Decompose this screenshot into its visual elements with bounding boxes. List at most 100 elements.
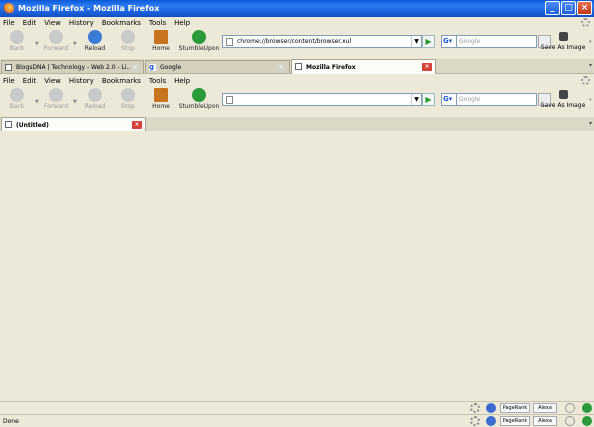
tab-list-icon[interactable]: ▾: [589, 120, 592, 127]
alexa-widget[interactable]: Alexa: [533, 416, 557, 426]
inner-navigation-toolbar: Back ▼ Forward ▼ Reload Stop Home Stumbl…: [0, 87, 594, 117]
status-bar: Done PageRank Alexa: [0, 414, 594, 427]
gear-icon[interactable]: [470, 403, 480, 413]
inner-forward-button[interactable]: Forward: [39, 88, 73, 110]
forward-button[interactable]: Forward: [39, 30, 73, 52]
addon-icon[interactable]: [565, 416, 575, 426]
reload-label: Reload: [84, 103, 106, 110]
stop-label: Stop: [121, 103, 135, 110]
reload-button[interactable]: Reload: [78, 30, 112, 52]
tab-label: (Untitled): [16, 121, 49, 129]
inner-menu-file[interactable]: File: [3, 77, 15, 85]
inner-throbber-icon: [581, 76, 590, 85]
inner-reload-button[interactable]: Reload: [78, 88, 112, 110]
tab-close-icon[interactable]: ×: [422, 63, 432, 71]
url-dropdown-icon[interactable]: ▼: [411, 94, 421, 105]
google-engine-icon[interactable]: G▾: [441, 93, 457, 106]
inner-search-input[interactable]: Google: [457, 93, 537, 106]
info-icon[interactable]: [486, 403, 496, 413]
maximize-icon[interactable]: □: [561, 1, 576, 15]
navigation-toolbar: Back ▼ Forward ▼ Reload Stop Home Stumbl…: [0, 29, 594, 59]
menu-file[interactable]: File: [3, 19, 15, 27]
stumbleupon-button[interactable]: StumbleUpon: [178, 30, 220, 52]
page-content-area[interactable]: [0, 131, 594, 403]
inner-status-bar: PageRank Alexa: [0, 401, 594, 413]
page-favicon-icon: [295, 63, 302, 70]
tab-mozilla-firefox[interactable]: Mozilla Firefox ×: [291, 59, 436, 74]
forward-dropdown-icon[interactable]: ▼: [73, 99, 77, 105]
forward-arrow-icon: [49, 30, 63, 44]
url-bar[interactable]: chrome://browser/content/browser.xul ▼: [222, 35, 422, 48]
google-engine-icon[interactable]: G▾: [441, 35, 457, 48]
tab-close-icon[interactable]: ×: [132, 121, 142, 129]
reload-icon: [88, 30, 102, 44]
inner-search-box: G▾ Google: [441, 93, 551, 106]
stop-icon: [121, 30, 135, 44]
menu-tools[interactable]: Tools: [149, 19, 166, 27]
tab-list-icon[interactable]: ▾: [589, 62, 592, 69]
stop-button[interactable]: Stop: [111, 30, 145, 52]
reload-icon: [88, 88, 102, 102]
forward-label: Forward: [43, 45, 69, 52]
info-icon[interactable]: [486, 416, 496, 426]
tab-blogsdna[interactable]: BlogsDNA | Technology - Web 2.0 - Li... …: [1, 60, 144, 73]
check-icon: [582, 403, 592, 413]
inner-menu-history[interactable]: History: [69, 77, 94, 85]
search-input[interactable]: Google: [457, 35, 537, 48]
stumbleupon-label: StumbleUpon: [178, 45, 220, 52]
gear-icon[interactable]: [470, 416, 480, 426]
menu-help[interactable]: Help: [174, 19, 190, 27]
inner-menu-bar: File Edit View History Bookmarks Tools H…: [0, 75, 594, 86]
inner-url-bar[interactable]: ▼: [222, 93, 422, 106]
inner-stop-button[interactable]: Stop: [111, 88, 145, 110]
menu-bookmarks[interactable]: Bookmarks: [102, 19, 141, 27]
close-icon[interactable]: ×: [577, 1, 592, 15]
alexa-widget[interactable]: Alexa: [533, 403, 557, 413]
tab-untitled[interactable]: (Untitled) ×: [1, 117, 146, 132]
inner-menu-edit[interactable]: Edit: [23, 77, 37, 85]
go-button[interactable]: ▶: [422, 35, 435, 48]
inner-save-as-image-button[interactable]: Save As Image: [538, 90, 588, 109]
inner-go-button[interactable]: ▶: [422, 93, 435, 106]
inner-menu-tools[interactable]: Tools: [149, 77, 166, 85]
home-label: Home: [152, 103, 170, 110]
url-text: chrome://browser/content/browser.xul: [237, 38, 352, 45]
toolbar-overflow-icon[interactable]: ▾: [589, 97, 592, 103]
toolbar-overflow-icon[interactable]: ▾: [589, 39, 592, 45]
url-dropdown-icon[interactable]: ▼: [411, 36, 421, 47]
tab-close-icon[interactable]: ×: [130, 64, 140, 72]
back-label: Back: [9, 45, 25, 52]
inner-menu-view[interactable]: View: [44, 77, 61, 85]
save-as-image-label: Save As Image: [540, 44, 586, 51]
minimize-icon[interactable]: _: [545, 1, 560, 15]
stumbleupon-icon: [192, 30, 206, 44]
back-button[interactable]: Back: [0, 30, 34, 52]
search-box: G▾ Google: [441, 35, 551, 48]
home-icon: [154, 30, 168, 44]
addon-icon[interactable]: [565, 403, 575, 413]
reload-label: Reload: [84, 45, 106, 52]
window-title-bar[interactable]: Mozilla Firefox - Mozilla Firefox _ □ ×: [0, 0, 594, 17]
inner-stumbleupon-button[interactable]: StumbleUpon: [178, 88, 220, 110]
firefox-logo-icon: [3, 3, 14, 14]
tab-label: Google: [160, 63, 182, 71]
stop-icon: [121, 88, 135, 102]
tab-google[interactable]: g Google ×: [145, 60, 290, 73]
page-favicon-icon: [5, 121, 12, 128]
save-as-image-button[interactable]: Save As Image: [538, 32, 588, 51]
inner-menu-help[interactable]: Help: [174, 77, 190, 85]
inner-back-button[interactable]: Back: [0, 88, 34, 110]
pagerank-widget[interactable]: PageRank: [500, 416, 530, 426]
menu-edit[interactable]: Edit: [23, 19, 37, 27]
menu-history[interactable]: History: [69, 19, 94, 27]
inner-home-button[interactable]: Home: [144, 88, 178, 110]
stumbleupon-label: StumbleUpon: [178, 103, 220, 110]
inner-menu-bookmarks[interactable]: Bookmarks: [102, 77, 141, 85]
home-button[interactable]: Home: [144, 30, 178, 52]
menu-view[interactable]: View: [44, 19, 61, 27]
pagerank-widget[interactable]: PageRank: [500, 403, 530, 413]
back-arrow-icon: [10, 30, 24, 44]
tab-close-icon[interactable]: ×: [276, 64, 286, 72]
window-title: Mozilla Firefox - Mozilla Firefox: [18, 4, 160, 13]
forward-dropdown-icon[interactable]: ▼: [73, 41, 77, 47]
